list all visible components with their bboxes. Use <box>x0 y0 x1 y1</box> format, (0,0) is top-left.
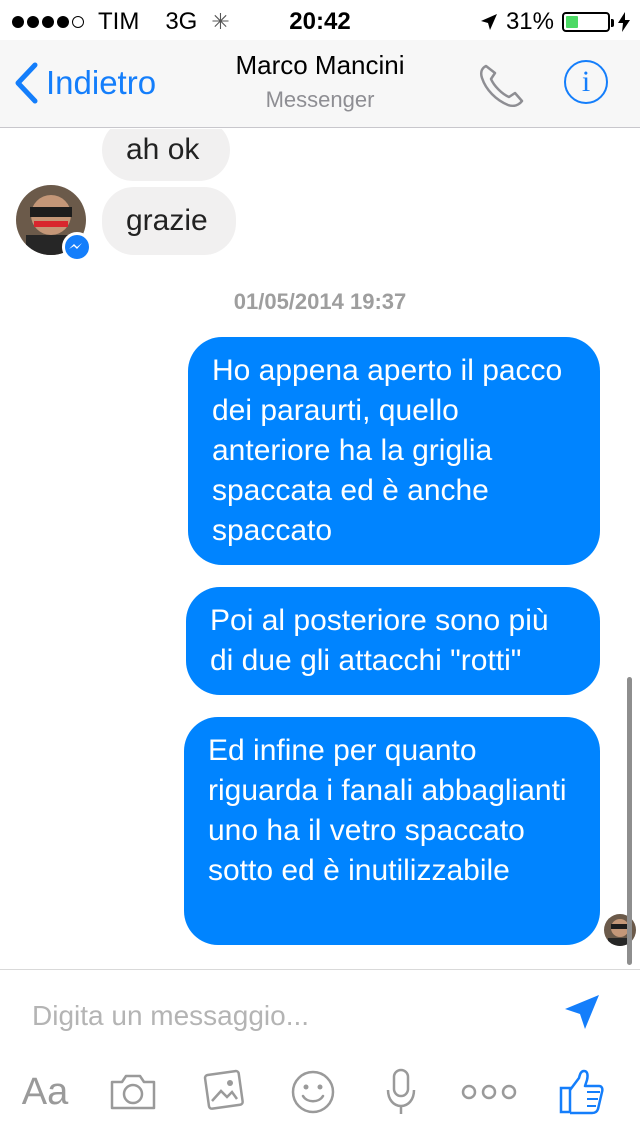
sent-message[interactable]: Poi al posteriore sono più di due gli at… <box>186 587 600 695</box>
scrollbar[interactable] <box>627 677 632 965</box>
camera-icon <box>110 1074 156 1110</box>
battery-fill <box>566 16 579 28</box>
sticker-button[interactable] <box>286 1062 340 1122</box>
send-icon <box>565 995 599 1029</box>
sent-message[interactable]: Ho appena aperto il pacco dei paraurti, … <box>188 337 600 565</box>
charging-bolt-icon <box>618 12 630 32</box>
microphone-button[interactable] <box>376 1062 426 1122</box>
photos-button[interactable] <box>196 1062 250 1122</box>
status-right: 31% <box>480 8 630 36</box>
composer-toolbar: Aa <box>0 1062 640 1122</box>
message-timestamp: 01/05/2014 19:37 <box>233 289 407 314</box>
like-button[interactable] <box>554 1062 608 1122</box>
battery-percent: 31% <box>505 8 554 35</box>
more-icon <box>461 1084 517 1100</box>
message-list[interactable]: ah ok grazie 01/05/2014 19:37 Ho appena … <box>0 129 640 969</box>
microphone-icon <box>386 1068 416 1114</box>
conversation-subtitle: Messenger <box>265 87 375 112</box>
like-icon <box>559 1069 604 1115</box>
received-message[interactable]: grazie <box>102 187 236 255</box>
info-icon: i <box>581 65 591 98</box>
navigation-bar: Indietro Marco Mancini Messenger i <box>0 40 640 128</box>
battery-icon <box>562 12 614 32</box>
sticker-icon <box>291 1070 335 1114</box>
send-button[interactable] <box>562 992 602 1037</box>
camera-button[interactable] <box>106 1062 160 1122</box>
phone-icon <box>479 64 524 108</box>
sent-message[interactable]: Ed infine per quanto riguarda i fanali a… <box>184 717 600 945</box>
info-button[interactable]: i <box>564 60 608 104</box>
composer: Aa <box>0 969 640 1136</box>
contact-name: Marco Mancini <box>235 50 405 80</box>
call-button[interactable] <box>476 62 526 115</box>
location-arrow-icon <box>480 14 497 30</box>
received-message[interactable]: ah ok <box>102 129 230 181</box>
text-tool-button[interactable]: Aa <box>16 1062 74 1122</box>
message-input[interactable] <box>32 996 532 1036</box>
photos-icon <box>203 1069 244 1110</box>
more-button[interactable] <box>458 1062 520 1122</box>
messenger-badge-icon <box>62 232 92 262</box>
status-bar: TIM 3G ✳ 20:42 31% <box>0 0 640 40</box>
conversation-title[interactable]: Marco Mancini Messenger <box>0 50 640 113</box>
